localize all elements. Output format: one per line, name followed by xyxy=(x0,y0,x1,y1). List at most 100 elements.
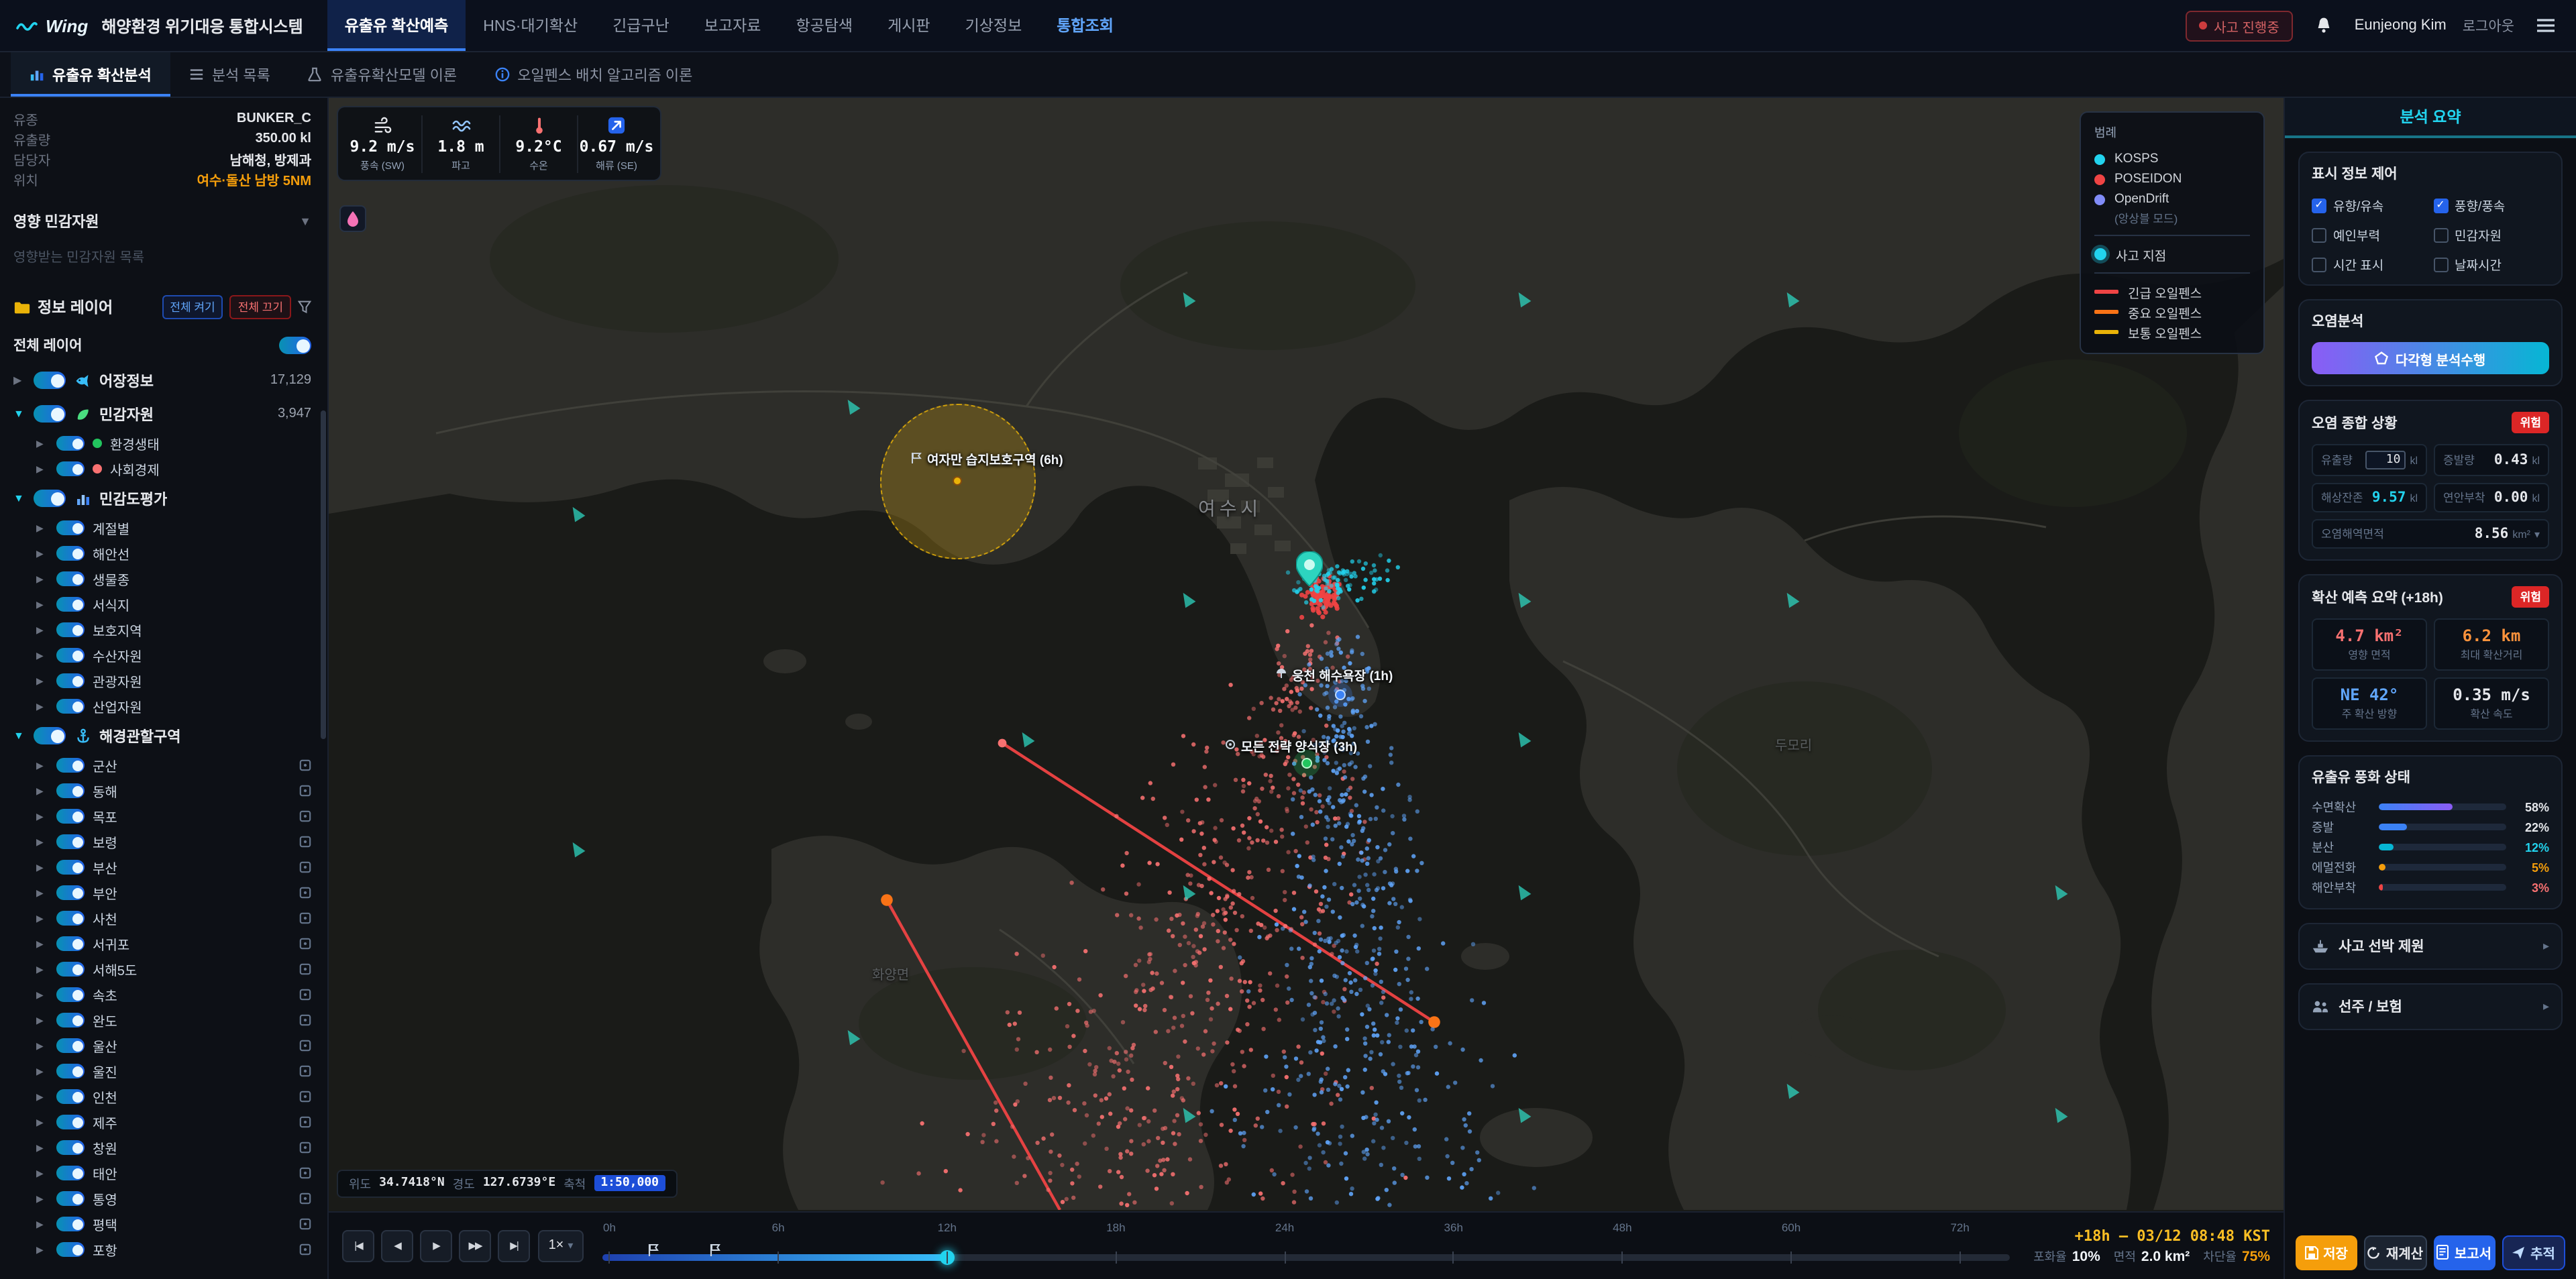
expand-arrow-icon[interactable]: ▶ xyxy=(36,1015,48,1025)
layer-child-row[interactable]: ▶ 산업자원 xyxy=(13,693,311,719)
zoom-to-region-icon[interactable] xyxy=(299,1040,311,1052)
layer-child-row[interactable]: ▶ 서해5도 xyxy=(13,956,311,982)
zoom-to-region-icon[interactable] xyxy=(299,1014,311,1026)
layer-child-row[interactable]: ▶ 해안선 xyxy=(13,541,311,566)
expand-arrow-icon[interactable]: ▶ xyxy=(36,887,48,898)
zoom-to-region-icon[interactable] xyxy=(299,1192,311,1205)
polygon-analysis-button[interactable]: 다각형 분석수행 xyxy=(2312,342,2549,374)
nav-item[interactable]: 긴급구난 xyxy=(595,0,687,51)
layer-child-row[interactable]: ▶ 생물종 xyxy=(13,566,311,592)
layer-toggle[interactable] xyxy=(56,987,85,1002)
layer-child-row[interactable]: ▶ 목포 xyxy=(13,803,311,829)
report-button[interactable]: 보고서 xyxy=(2434,1235,2495,1270)
layer-toggle[interactable] xyxy=(56,1191,85,1206)
layer-child-row[interactable]: ▶ 사천 xyxy=(13,905,311,931)
layer-toggle[interactable] xyxy=(34,727,66,744)
layer-child-row[interactable]: ▶ 통영 xyxy=(13,1186,311,1211)
expand-arrow-icon[interactable]: ▼ xyxy=(13,492,25,504)
layer-toggle[interactable] xyxy=(56,1038,85,1053)
layer-child-row[interactable]: ▶ 제주 xyxy=(13,1109,311,1135)
layer-child-row[interactable]: ▶ 동해 xyxy=(13,778,311,803)
layer-toggle[interactable] xyxy=(56,1242,85,1257)
expand-arrow-icon[interactable]: ▶ xyxy=(36,624,48,635)
expand-arrow-icon[interactable]: ▶ xyxy=(36,650,48,661)
layer-child-row[interactable]: ▶ 군산 xyxy=(13,753,311,778)
zoom-to-region-icon[interactable] xyxy=(299,759,311,771)
display-option[interactable]: ✓ 민감자원 xyxy=(2433,225,2549,244)
app-logo[interactable]: Wing xyxy=(16,15,88,36)
expand-arrow-icon[interactable]: ▶ xyxy=(36,811,48,822)
spill-amount-input[interactable] xyxy=(2365,451,2406,469)
expand-arrow-icon[interactable]: ▶ xyxy=(36,938,48,949)
zoom-to-region-icon[interactable] xyxy=(299,1142,311,1154)
zoom-to-region-icon[interactable] xyxy=(299,963,311,975)
filter-icon[interactable] xyxy=(298,300,311,314)
expand-arrow-icon[interactable]: ▶ xyxy=(36,1219,48,1229)
display-option[interactable]: ✓ 풍향/풍속 xyxy=(2433,196,2549,215)
layer-child-row[interactable]: ▶ 계절별 xyxy=(13,515,311,541)
timeline-rail[interactable] xyxy=(602,1254,2009,1260)
all-layers-on-button[interactable]: 전체 켜기 xyxy=(162,295,223,319)
expand-arrow-icon[interactable]: ▶ xyxy=(36,463,48,474)
layer-toggle[interactable] xyxy=(56,622,85,637)
layer-child-row[interactable]: ▶ 울진 xyxy=(13,1058,311,1084)
map-canvas[interactable]: 여자만 습지보호구역 (6h) 여수시 화양면 두모리 웅천 해수욕장 (1h)… xyxy=(329,98,2284,1211)
layer-toggle[interactable] xyxy=(56,461,85,476)
layer-toggle[interactable] xyxy=(56,885,85,900)
nav-item[interactable]: 항공탐색 xyxy=(778,0,870,51)
expand-arrow-icon[interactable]: ▼ xyxy=(13,408,25,420)
layer-toggle[interactable] xyxy=(34,490,66,507)
layer-child-row[interactable]: ▶ 서식지 xyxy=(13,592,311,617)
expand-arrow-icon[interactable]: ▶ xyxy=(36,438,48,449)
expand-arrow-icon[interactable]: ▶ xyxy=(36,836,48,847)
expand-arrow-icon[interactable]: ▶ xyxy=(36,785,48,796)
nav-item[interactable]: 유출유 확산예측 xyxy=(327,0,466,51)
expand-arrow-icon[interactable]: ▶ xyxy=(36,1117,48,1127)
layer-toggle[interactable] xyxy=(56,648,85,663)
track-button[interactable]: 추적 xyxy=(2502,1235,2565,1270)
all-layers-off-button[interactable]: 전체 끄기 xyxy=(230,295,291,319)
layer-toggle[interactable] xyxy=(56,1089,85,1104)
layer-child-row[interactable]: ▶ 인천 xyxy=(13,1084,311,1109)
transport-button[interactable]: ▶| xyxy=(498,1229,530,1262)
transport-button[interactable]: ◀ xyxy=(381,1229,413,1262)
playback-speed-selector[interactable]: 1×▾ xyxy=(538,1229,584,1262)
sample-tool-button[interactable] xyxy=(339,205,366,232)
layer-child-row[interactable]: ▶ 포항 xyxy=(13,1237,311,1262)
zoom-to-region-icon[interactable] xyxy=(299,836,311,848)
layer-toggle[interactable] xyxy=(56,860,85,875)
zoom-to-region-icon[interactable] xyxy=(299,938,311,950)
expand-arrow-icon[interactable]: ▶ xyxy=(36,599,48,610)
expand-arrow-icon[interactable]: ▶ xyxy=(36,522,48,533)
zoom-to-region-icon[interactable] xyxy=(299,861,311,873)
layer-toggle[interactable] xyxy=(34,372,66,389)
layer-toggle[interactable] xyxy=(56,936,85,951)
display-option[interactable]: ✓ 유향/유속 xyxy=(2312,196,2428,215)
layer-toggle[interactable] xyxy=(56,546,85,561)
expand-arrow-icon[interactable]: ▶ xyxy=(36,548,48,559)
layer-child-row[interactable]: ▶ 관광자원 xyxy=(13,668,311,693)
layer-toggle[interactable] xyxy=(56,699,85,714)
sidebar-scrollbar[interactable] xyxy=(321,410,326,739)
expand-arrow-icon[interactable]: ▶ xyxy=(36,1193,48,1204)
menu-icon[interactable] xyxy=(2530,11,2560,40)
layer-child-row[interactable]: ▶ 환경생태 xyxy=(13,431,311,456)
zoom-to-region-icon[interactable] xyxy=(299,785,311,797)
layer-group-row[interactable]: ▼ 민감도평가 xyxy=(13,482,311,515)
expand-arrow-icon[interactable]: ▼ xyxy=(13,730,25,742)
recalculate-button[interactable]: 재계산 xyxy=(2363,1235,2427,1270)
expand-arrow-icon[interactable]: ▶ xyxy=(36,1244,48,1255)
polluted-area-stat[interactable]: 오염해역면적 8.56 km² ▾ xyxy=(2312,519,2549,549)
fence-event-flag-icon[interactable] xyxy=(647,1239,658,1263)
display-option[interactable]: ✓ 시간 표시 xyxy=(2312,255,2428,274)
layer-child-row[interactable]: ▶ 완도 xyxy=(13,1007,311,1033)
logout-link[interactable]: 로그아웃 xyxy=(2463,15,2514,36)
layer-toggle[interactable] xyxy=(56,911,85,926)
layer-child-row[interactable]: ▶ 보호지역 xyxy=(13,617,311,643)
expand-arrow-icon[interactable]: ▶ xyxy=(13,374,25,386)
layer-child-row[interactable]: ▶ 울산 xyxy=(13,1033,311,1058)
layer-toggle[interactable] xyxy=(56,1064,85,1078)
expand-arrow-icon[interactable]: ▶ xyxy=(36,675,48,686)
notification-bell-icon[interactable] xyxy=(2309,11,2339,40)
tab-analysis-list[interactable]: 분석 목록 xyxy=(170,52,289,97)
